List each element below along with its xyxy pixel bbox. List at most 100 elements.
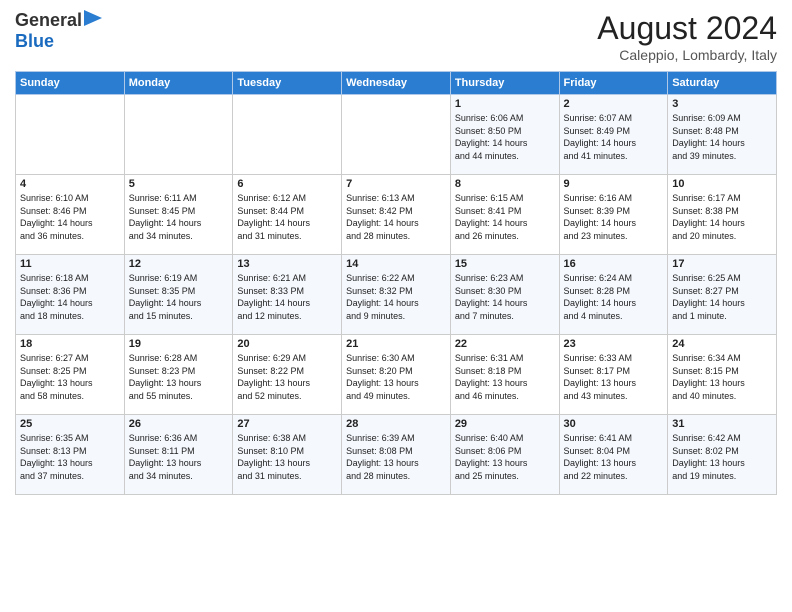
month-year-title: August 2024 [597, 10, 777, 47]
day-number: 15 [455, 258, 555, 270]
calendar-cell: 23 Sunrise: 6:33 AM Sunset: 8:17 PM Dayli… [559, 335, 668, 415]
day-info: Sunrise: 6:39 AM Sunset: 8:08 PM Dayligh… [346, 432, 446, 482]
day-number: 7 [346, 178, 446, 190]
day-number: 2 [564, 98, 664, 110]
calendar-cell: 22 Sunrise: 6:31 AM Sunset: 8:18 PM Dayli… [450, 335, 559, 415]
logo-general-text: General [15, 11, 82, 31]
day-info: Sunrise: 6:40 AM Sunset: 8:06 PM Dayligh… [455, 432, 555, 482]
day-info: Sunrise: 6:31 AM Sunset: 8:18 PM Dayligh… [455, 352, 555, 402]
day-info: Sunrise: 6:29 AM Sunset: 8:22 PM Dayligh… [237, 352, 337, 402]
day-number: 5 [129, 178, 229, 190]
calendar-cell: 9 Sunrise: 6:16 AM Sunset: 8:39 PM Daylig… [559, 175, 668, 255]
day-info: Sunrise: 6:42 AM Sunset: 8:02 PM Dayligh… [672, 432, 772, 482]
day-number: 4 [20, 178, 120, 190]
day-info: Sunrise: 6:34 AM Sunset: 8:15 PM Dayligh… [672, 352, 772, 402]
calendar-cell: 17 Sunrise: 6:25 AM Sunset: 8:27 PM Dayli… [668, 255, 777, 335]
calendar-cell: 4 Sunrise: 6:10 AM Sunset: 8:46 PM Daylig… [16, 175, 125, 255]
calendar-cell: 11Sunrise: 6:18 AM Sunset: 8:36 PM Dayli… [16, 255, 125, 335]
day-number: 30 [564, 418, 664, 430]
day-info: Sunrise: 6:21 AM Sunset: 8:33 PM Dayligh… [237, 272, 337, 322]
day-number: 21 [346, 338, 446, 350]
title-section: August 2024 Caleppio, Lombardy, Italy [597, 10, 777, 63]
day-number: 19 [129, 338, 229, 350]
calendar-week-row: 4 Sunrise: 6:10 AM Sunset: 8:46 PM Daylig… [16, 175, 777, 255]
day-number: 9 [564, 178, 664, 190]
weekday-header-tuesday: Tuesday [233, 72, 342, 95]
logo: General Blue [15, 10, 102, 52]
calendar-cell: 24 Sunrise: 6:34 AM Sunset: 8:15 PM Dayli… [668, 335, 777, 415]
day-number: 22 [455, 338, 555, 350]
weekday-header-sunday: Sunday [16, 72, 125, 95]
calendar-cell: 5 Sunrise: 6:11 AM Sunset: 8:45 PM Daylig… [124, 175, 233, 255]
day-number: 24 [672, 338, 772, 350]
calendar-cell: 30 Sunrise: 6:41 AM Sunset: 8:04 PM Dayli… [559, 415, 668, 495]
calendar-cell: 20Sunrise: 6:29 AM Sunset: 8:22 PM Dayli… [233, 335, 342, 415]
calendar-week-row: 18 Sunrise: 6:27 AM Sunset: 8:25 PM Dayli… [16, 335, 777, 415]
calendar-cell [342, 95, 451, 175]
calendar-cell: 28 Sunrise: 6:39 AM Sunset: 8:08 PM Dayli… [342, 415, 451, 495]
calendar-cell [16, 95, 125, 175]
calendar-cell: 27 Sunrise: 6:38 AM Sunset: 8:10 PM Dayli… [233, 415, 342, 495]
calendar-week-row: 1Sunrise: 6:06 AM Sunset: 8:50 PM Daylig… [16, 95, 777, 175]
weekday-header-thursday: Thursday [450, 72, 559, 95]
day-info: Sunrise: 6:41 AM Sunset: 8:04 PM Dayligh… [564, 432, 664, 482]
day-info: Sunrise: 6:07 AM Sunset: 8:49 PM Dayligh… [564, 112, 664, 162]
day-info: Sunrise: 6:09 AM Sunset: 8:48 PM Dayligh… [672, 112, 772, 162]
day-info: Sunrise: 6:36 AM Sunset: 8:11 PM Dayligh… [129, 432, 229, 482]
day-info: Sunrise: 6:27 AM Sunset: 8:25 PM Dayligh… [20, 352, 120, 402]
weekday-header-row: SundayMondayTuesdayWednesdayThursdayFrid… [16, 72, 777, 95]
calendar-cell: 8Sunrise: 6:15 AM Sunset: 8:41 PM Daylig… [450, 175, 559, 255]
day-info: Sunrise: 6:28 AM Sunset: 8:23 PM Dayligh… [129, 352, 229, 402]
day-info: Sunrise: 6:15 AM Sunset: 8:41 PM Dayligh… [455, 192, 555, 242]
calendar-cell: 14 Sunrise: 6:22 AM Sunset: 8:32 PM Dayli… [342, 255, 451, 335]
weekday-header-monday: Monday [124, 72, 233, 95]
calendar-cell: 6Sunrise: 6:12 AM Sunset: 8:44 PM Daylig… [233, 175, 342, 255]
day-info: Sunrise: 6:11 AM Sunset: 8:45 PM Dayligh… [129, 192, 229, 242]
day-info: Sunrise: 6:12 AM Sunset: 8:44 PM Dayligh… [237, 192, 337, 242]
day-info: Sunrise: 6:10 AM Sunset: 8:46 PM Dayligh… [20, 192, 120, 242]
calendar-cell: 21 Sunrise: 6:30 AM Sunset: 8:20 PM Dayli… [342, 335, 451, 415]
calendar-cell: 7 Sunrise: 6:13 AM Sunset: 8:42 PM Daylig… [342, 175, 451, 255]
calendar-cell: 2 Sunrise: 6:07 AM Sunset: 8:49 PM Daylig… [559, 95, 668, 175]
calendar-cell: 29 Sunrise: 6:40 AM Sunset: 8:06 PM Dayli… [450, 415, 559, 495]
day-info: Sunrise: 6:30 AM Sunset: 8:20 PM Dayligh… [346, 352, 446, 402]
calendar-table: SundayMondayTuesdayWednesdayThursdayFrid… [15, 71, 777, 495]
day-number: 29 [455, 418, 555, 430]
day-info: Sunrise: 6:23 AM Sunset: 8:30 PM Dayligh… [455, 272, 555, 322]
day-number: 16 [564, 258, 664, 270]
logo-flag-icon [84, 10, 102, 32]
day-info: Sunrise: 6:13 AM Sunset: 8:42 PM Dayligh… [346, 192, 446, 242]
weekday-header-wednesday: Wednesday [342, 72, 451, 95]
calendar-week-row: 11Sunrise: 6:18 AM Sunset: 8:36 PM Dayli… [16, 255, 777, 335]
calendar-cell: 12Sunrise: 6:19 AM Sunset: 8:35 PM Dayli… [124, 255, 233, 335]
day-info: Sunrise: 6:25 AM Sunset: 8:27 PM Dayligh… [672, 272, 772, 322]
day-number: 25 [20, 418, 120, 430]
calendar-cell: 26Sunrise: 6:36 AM Sunset: 8:11 PM Dayli… [124, 415, 233, 495]
day-info: Sunrise: 6:38 AM Sunset: 8:10 PM Dayligh… [237, 432, 337, 482]
location-subtitle: Caleppio, Lombardy, Italy [597, 47, 777, 63]
day-number: 10 [672, 178, 772, 190]
calendar-cell: 19 Sunrise: 6:28 AM Sunset: 8:23 PM Dayli… [124, 335, 233, 415]
day-info: Sunrise: 6:24 AM Sunset: 8:28 PM Dayligh… [564, 272, 664, 322]
day-number: 31 [672, 418, 772, 430]
day-info: Sunrise: 6:33 AM Sunset: 8:17 PM Dayligh… [564, 352, 664, 402]
day-info: Sunrise: 6:19 AM Sunset: 8:35 PM Dayligh… [129, 272, 229, 322]
day-info: Sunrise: 6:16 AM Sunset: 8:39 PM Dayligh… [564, 192, 664, 242]
calendar-cell [124, 95, 233, 175]
day-number: 14 [346, 258, 446, 270]
day-number: 1 [455, 98, 555, 110]
day-number: 27 [237, 418, 337, 430]
calendar-cell [233, 95, 342, 175]
day-number: 18 [20, 338, 120, 350]
day-number: 3 [672, 98, 772, 110]
day-number: 23 [564, 338, 664, 350]
day-info: Sunrise: 6:22 AM Sunset: 8:32 PM Dayligh… [346, 272, 446, 322]
page: General Blue August 2024 Caleppio, Lomba… [0, 0, 792, 612]
calendar-cell: 25 Sunrise: 6:35 AM Sunset: 8:13 PM Dayli… [16, 415, 125, 495]
day-info: Sunrise: 6:35 AM Sunset: 8:13 PM Dayligh… [20, 432, 120, 482]
logo-blue-text: Blue [15, 31, 54, 51]
calendar-cell: 15 Sunrise: 6:23 AM Sunset: 8:30 PM Dayli… [450, 255, 559, 335]
day-number: 28 [346, 418, 446, 430]
day-number: 17 [672, 258, 772, 270]
calendar-week-row: 25 Sunrise: 6:35 AM Sunset: 8:13 PM Dayli… [16, 415, 777, 495]
